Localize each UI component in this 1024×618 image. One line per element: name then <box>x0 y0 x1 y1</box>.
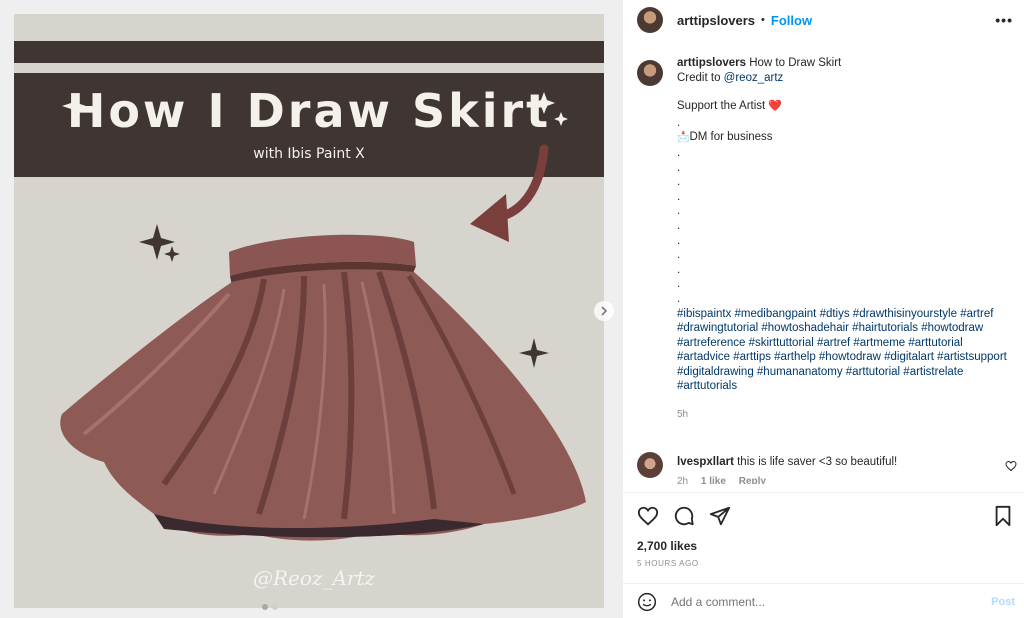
caption-timestamp: 5h <box>677 409 689 421</box>
save-button[interactable] <box>993 505 1013 527</box>
watermark-signature: @Reoz_Artz <box>252 566 376 590</box>
dm-text: DM for business <box>689 131 773 144</box>
avatar[interactable] <box>637 60 663 86</box>
caption-title: How to Draw Skirt <box>749 57 842 69</box>
caption-dots: . . . . . . . . . . . <box>677 146 681 305</box>
heart-icon <box>637 506 659 526</box>
follow-button[interactable]: Follow <box>771 13 812 28</box>
share-button[interactable] <box>709 505 731 527</box>
add-comment-bar: Post <box>623 583 1024 618</box>
heart-emoji-icon: ❤️ <box>768 100 783 113</box>
header-username[interactable]: arttipslovers <box>677 13 755 28</box>
carousel-dot <box>272 604 278 610</box>
comment-like-button[interactable] <box>1005 460 1017 472</box>
comment-time: 2h <box>677 476 689 484</box>
post-details-panel: arttipslovers • Follow ••• arttipslovers… <box>622 0 1024 618</box>
credit-prefix: Credit to <box>677 71 721 84</box>
more-options-icon[interactable]: ••• <box>995 12 1013 28</box>
post-comment-button[interactable]: Post <box>991 596 1015 608</box>
support-text: Support the Artist <box>677 100 766 113</box>
envelope-emoji-icon: 📩 <box>677 132 690 144</box>
emoji-icon[interactable] <box>637 592 657 612</box>
avatar[interactable] <box>637 452 663 478</box>
carousel-indicator <box>262 604 278 610</box>
post-timestamp: 5 HOURS AGO <box>637 559 699 568</box>
post-header: arttipslovers • Follow ••• <box>623 0 1024 40</box>
like-button[interactable] <box>637 505 659 527</box>
likes-count[interactable]: 2,700 likes <box>637 539 697 553</box>
comment-button[interactable] <box>673 505 695 527</box>
chevron-right-icon <box>601 306 608 316</box>
comment-reply-button[interactable]: Reply <box>739 476 766 484</box>
comment-likes[interactable]: 1 like <box>701 476 726 484</box>
caption-hashtags[interactable]: #ibispaintx #medibangpaint #dtiys #drawt… <box>677 307 1012 395</box>
send-icon <box>709 506 731 526</box>
post-caption: arttipslovers How to Draw Skirt Credit t… <box>637 56 1012 423</box>
skirt-illustration <box>60 92 586 541</box>
comment-text: this is life saver <3 so beautiful! <box>737 456 898 468</box>
caption-username[interactable]: arttipslovers <box>677 57 746 69</box>
comment-input[interactable] <box>671 594 992 609</box>
post-image[interactable]: How I Draw Skirt with Ibis Paint X @Reoz… <box>14 14 604 608</box>
post-media: How I Draw Skirt with Ibis Paint X @Reoz… <box>0 0 622 618</box>
header-separator: • <box>761 14 765 26</box>
post-actions: 2,700 likes 5 HOURS AGO Post <box>623 492 1024 618</box>
comment-item: lvespxllart this is life saver <3 so bea… <box>637 452 1017 484</box>
bookmark-icon <box>995 505 1011 527</box>
comment-username[interactable]: lvespxllart <box>677 456 734 468</box>
carousel-next-button[interactable] <box>594 301 614 321</box>
heart-icon <box>1005 460 1017 472</box>
credit-mention-link[interactable]: @reoz_artz <box>724 72 784 84</box>
comment-icon <box>674 506 694 526</box>
carousel-dot <box>262 604 268 610</box>
avatar[interactable] <box>637 7 663 33</box>
